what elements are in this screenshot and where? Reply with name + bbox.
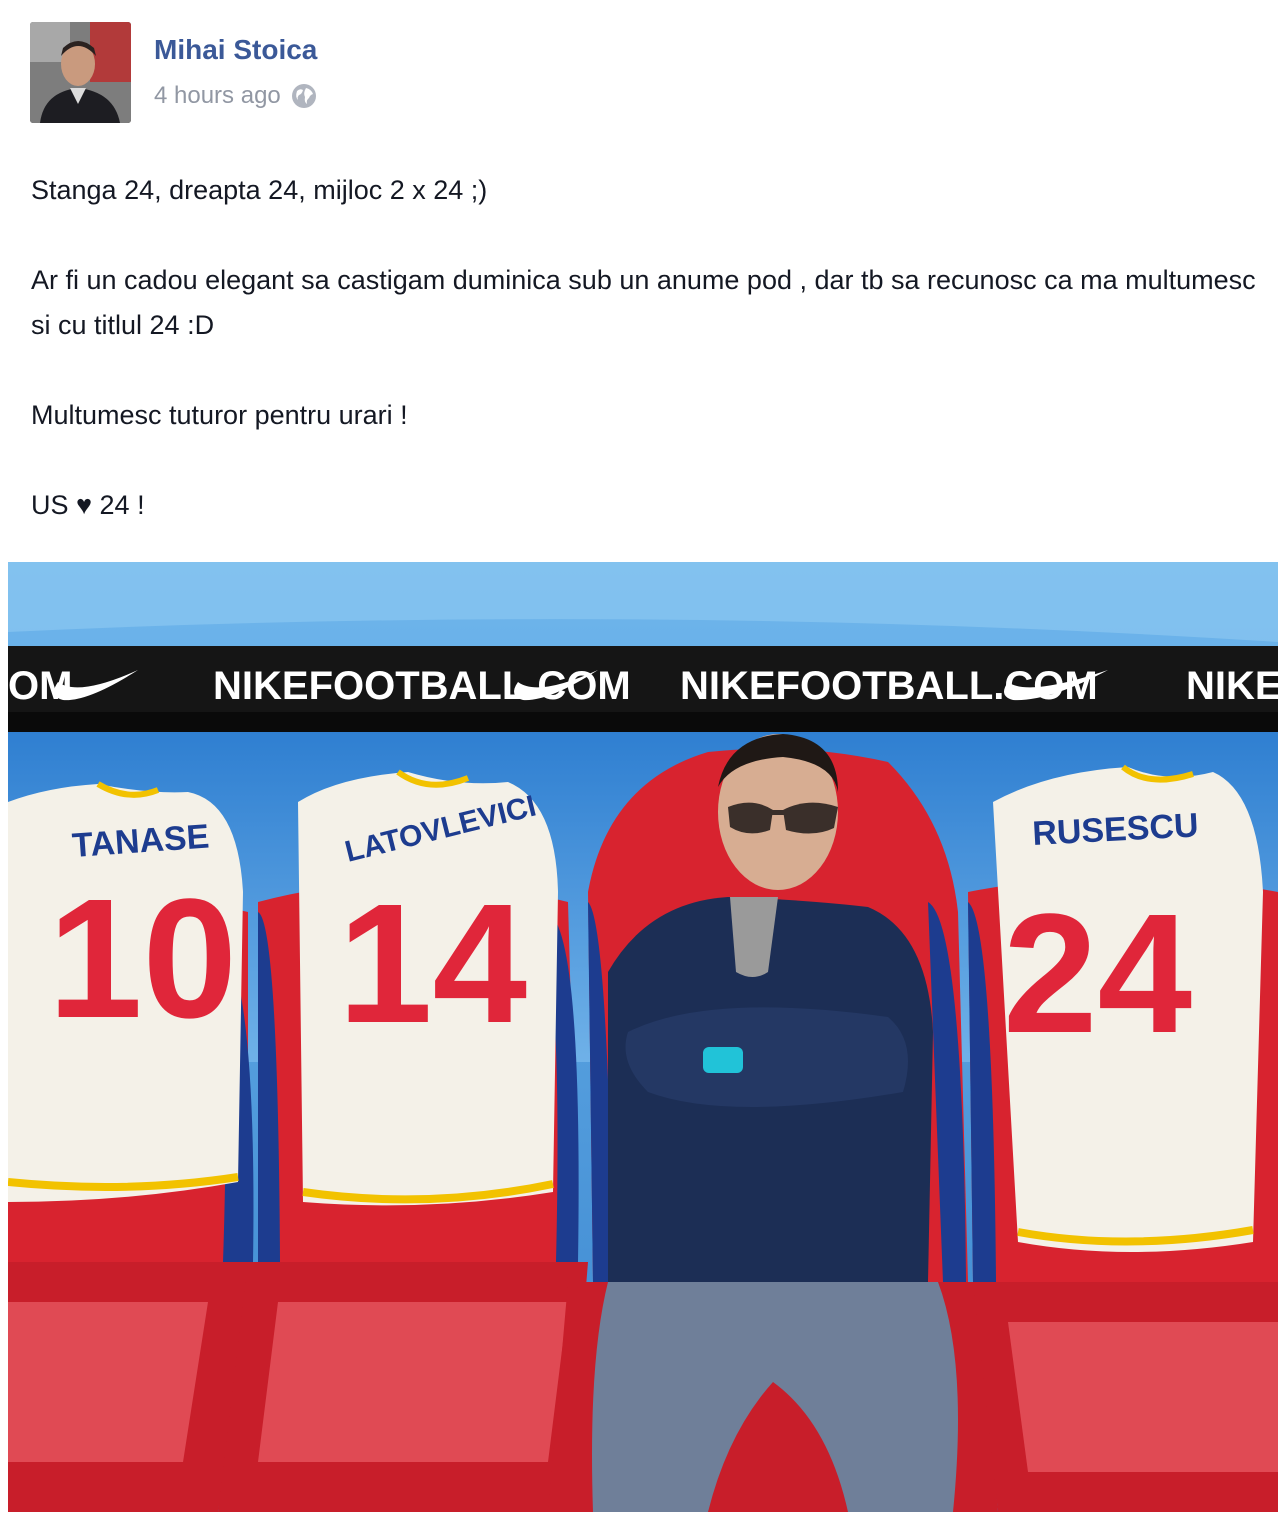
author-name-link[interactable]: Mihai Stoica <box>154 34 317 66</box>
post-header: Mihai Stoica 4 hours ago <box>30 22 630 124</box>
post-photo[interactable]: OM NIKEFOOTBALL.COM NIKEFOOTBALL.COM NIK… <box>8 562 1278 1512</box>
photo-illustration: OM NIKEFOOTBALL.COM NIKEFOOTBALL.COM NIK… <box>8 562 1278 1512</box>
globe-icon[interactable] <box>291 83 317 109</box>
jersey-tanase: TANASE 10 <box>8 781 243 1202</box>
jersey-rusescu: RUSESCU 24 <box>993 764 1263 1252</box>
author-avatar[interactable] <box>30 22 131 123</box>
banner-text: NIKEFOOTBALL.COM <box>680 664 1098 708</box>
jersey-latovlevici: LATOVLEVICI 14 <box>298 769 558 1206</box>
jersey-number: 14 <box>338 869 527 1059</box>
post-message: Stanga 24, dreapta 24, mijloc 2 x 24 ;) … <box>31 168 1261 573</box>
post-paragraph: Multumesc tuturor pentru urari ! <box>31 400 408 430</box>
post-paragraph: US ♥ 24 ! <box>31 490 145 520</box>
post-paragraph: Ar fi un cadou elegant sa castigam dumin… <box>31 265 1264 340</box>
post-meta: 4 hours ago <box>154 82 317 110</box>
jersey-number: 10 <box>48 864 237 1054</box>
post-timestamp-link[interactable]: 4 hours ago <box>154 82 281 110</box>
post-paragraph: Stanga 24, dreapta 24, mijloc 2 x 24 ;) <box>31 175 488 205</box>
jersey-number: 24 <box>1003 879 1192 1069</box>
banner-text: NIKE <box>1186 664 1278 708</box>
